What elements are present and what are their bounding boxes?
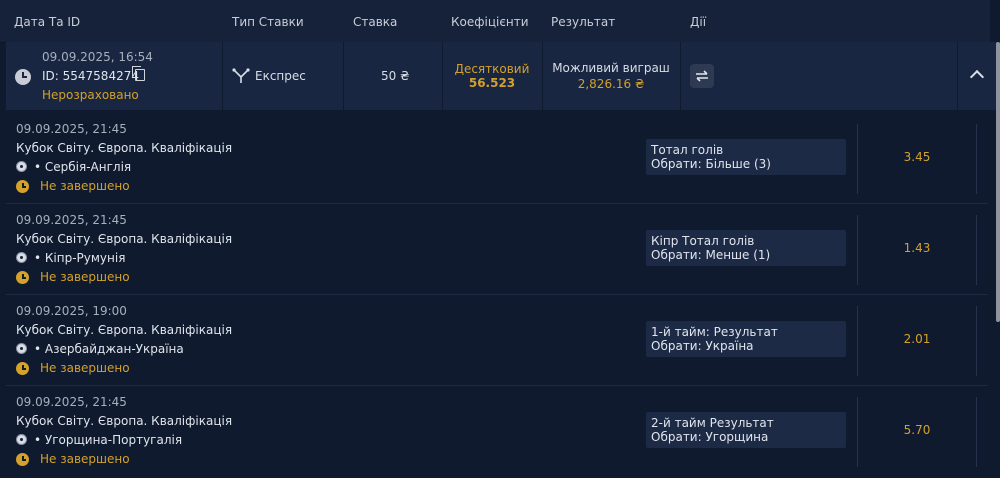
scrollbar[interactable] [996,42,1000,322]
header-stake: Ставка [353,15,398,29]
repeat-bet-button[interactable] [690,64,714,88]
market-box: 2-й тайм Результат Обрати: Угорщина [646,412,846,448]
coef-value: 56.523 [468,76,516,90]
market-selection: Обрати: Більше (3) [651,157,771,171]
header-result: Результат [551,15,616,29]
possible-win-label: Можливий виграш [552,61,670,75]
event-date: 09.09.2025, 21:45 [16,122,127,136]
event-date: 09.09.2025, 21:45 [16,395,127,409]
event-league: Кубок Світу. Європа. Кваліфікація [16,141,233,155]
event-row: 09.09.2025, 21:45 Кубок Світу. Європа. К… [6,203,988,295]
clock-icon [16,180,29,193]
event-odd: 2.01 [903,332,931,346]
event-row: 09.09.2025, 21:45 Кубок Світу. Європа. К… [6,112,988,204]
repeat-icon [696,70,708,82]
divider [976,215,977,285]
clock-icon [16,453,29,466]
event-status: Не завершено [40,179,130,193]
football-icon [16,434,27,445]
event-match: • Кіпр-Румунія [34,251,126,265]
clock-icon [15,69,31,85]
event-league: Кубок Світу. Європа. Кваліфікація [16,323,233,337]
market-selection: Обрати: Україна [651,339,754,353]
clock-icon [16,271,29,284]
market-box: Тотал голів Обрати: Більше (3) [646,139,846,175]
table-header: Дата Та ID Тип Ставки Ставка Коефіцієнти… [0,0,990,43]
chevron-up-icon[interactable] [969,69,985,85]
event-status: Не завершено [40,361,130,375]
market-name: 1-й тайм: Результат [651,325,778,339]
bet-status: Нерозраховано [42,88,139,102]
market-name: Кіпр Тотал голів [651,234,755,248]
header-actions: Дії [690,15,707,29]
market-name: Тотал голів [651,143,724,157]
bet-stake: 50 ₴ [381,69,410,83]
divider [976,397,977,467]
bet-id: ID: 5547584274 [42,69,139,83]
bet-date: 09.09.2025, 16:54 [42,50,153,64]
bet-win-cell [543,42,681,110]
event-date: 09.09.2025, 19:00 [16,304,127,318]
divider [976,124,977,194]
event-row: 09.09.2025, 19:00 Кубок Світу. Європа. К… [6,294,988,386]
market-selection: Обрати: Менше (1) [651,248,771,262]
possible-win-value: 2,826.16 ₴ [577,77,645,91]
market-box: Кіпр Тотал голів Обрати: Менше (1) [646,230,846,266]
coef-format: Десятковий [454,62,530,76]
football-icon [16,252,27,263]
event-match: • Сербія-Англія [34,160,132,174]
event-status: Не завершено [40,452,130,466]
event-date: 09.09.2025, 21:45 [16,213,127,227]
copy-icon[interactable] [132,66,145,81]
football-icon [16,161,27,172]
market-box: 1-й тайм: Результат Обрати: Україна [646,321,846,357]
clock-icon [16,362,29,375]
event-odd: 3.45 [903,150,931,164]
header-bet-type: Тип Ставки [232,15,304,29]
event-odd: 5.70 [903,423,931,437]
football-icon [16,343,27,354]
bet-summary-row[interactable]: 09.09.2025, 16:54 ID: 5547584274 Нерозра… [6,42,998,110]
event-row: 09.09.2025, 21:45 Кубок Світу. Європа. К… [6,385,988,476]
event-match: • Азербайджан-Україна [34,342,184,356]
market-selection: Обрати: Угорщина [651,430,769,444]
bet-type: Експрес [255,69,306,83]
header-coefficients: Коефіцієнти [451,15,529,29]
event-league: Кубок Світу. Європа. Кваліфікація [16,232,233,246]
event-odd: 1.43 [903,241,931,255]
event-league: Кубок Світу. Європа. Кваліфікація [16,414,233,428]
express-icon [232,68,250,83]
header-date-id: Дата Та ID [14,15,81,29]
event-status: Не завершено [40,270,130,284]
bet-actions-cell [681,42,958,110]
market-name: 2-й тайм Результат [651,416,774,430]
divider [976,306,977,376]
event-match: • Угорщина-Португалія [34,433,183,447]
